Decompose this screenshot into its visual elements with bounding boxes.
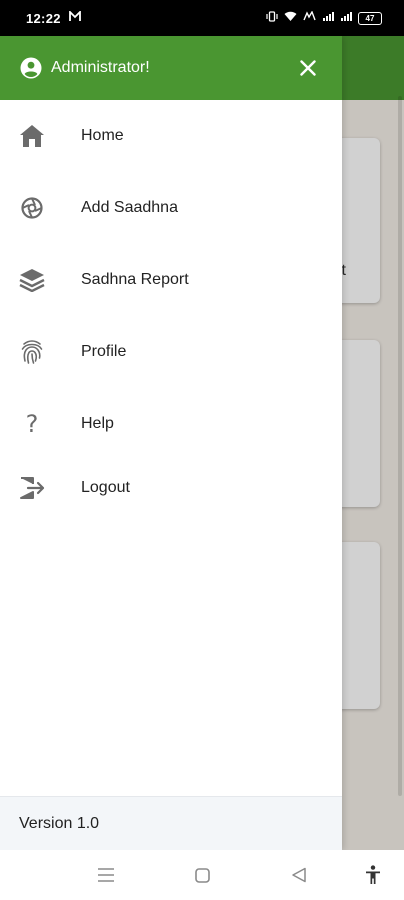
menu-item-profile[interactable]: Profile (0, 316, 342, 388)
volte-icon (303, 10, 316, 25)
system-nav-bar (0, 850, 404, 900)
navigation-drawer: Administrator! Home Add Saadhna Sadhna R… (0, 36, 342, 850)
drawer-title: Administrator! (51, 59, 150, 76)
menu-item-label: Logout (81, 479, 130, 496)
menu-item-label: Add Saadhna (81, 199, 178, 216)
menu-icon[interactable] (97, 867, 115, 883)
close-button[interactable] (294, 54, 322, 82)
status-right: 47 (266, 10, 382, 25)
close-icon (300, 60, 316, 76)
menu-item-sadhna-report[interactable]: Sadhna Report (0, 244, 342, 316)
accessibility-icon[interactable] (365, 865, 381, 885)
menu-item-home[interactable]: Home (0, 100, 342, 172)
battery-icon: 47 (358, 11, 382, 25)
drawer-header: Administrator! (0, 36, 342, 100)
question-icon: ? (25, 410, 39, 438)
menu-item-label: Home (81, 127, 124, 144)
home-square-icon[interactable] (195, 868, 210, 883)
signal-icon-2 (340, 11, 352, 25)
status-time: 12:22 (26, 10, 61, 26)
aperture-icon (18, 194, 46, 222)
account-circle-icon (20, 57, 42, 79)
vibrate-icon (266, 11, 278, 25)
m-icon (68, 9, 81, 25)
drawer-footer: Version 1.0 (0, 796, 342, 850)
signal-icon (322, 11, 334, 25)
menu-item-logout[interactable]: Logout (0, 460, 342, 516)
back-icon[interactable] (291, 867, 307, 883)
screen: 12:22 47 t Administrator! Home Add Saadh… (0, 0, 404, 900)
wifi-icon (284, 11, 297, 25)
fingerprint-icon (18, 338, 46, 366)
drawer-menu: Home Add Saadhna Sadhna Report Profile ?… (0, 100, 342, 516)
layers-icon (18, 266, 46, 294)
status-bar: 12:22 47 (0, 0, 404, 36)
menu-item-label: Help (81, 415, 114, 432)
logout-icon (18, 474, 46, 502)
status-left: 12:22 (26, 9, 81, 26)
menu-item-add-saadhna[interactable]: Add Saadhna (0, 172, 342, 244)
menu-item-help[interactable]: ? Help (0, 388, 342, 460)
version-label: Version 1.0 (19, 814, 100, 832)
home-icon (18, 122, 46, 150)
menu-item-label: Profile (81, 343, 127, 360)
menu-item-label: Sadhna Report (81, 271, 189, 288)
